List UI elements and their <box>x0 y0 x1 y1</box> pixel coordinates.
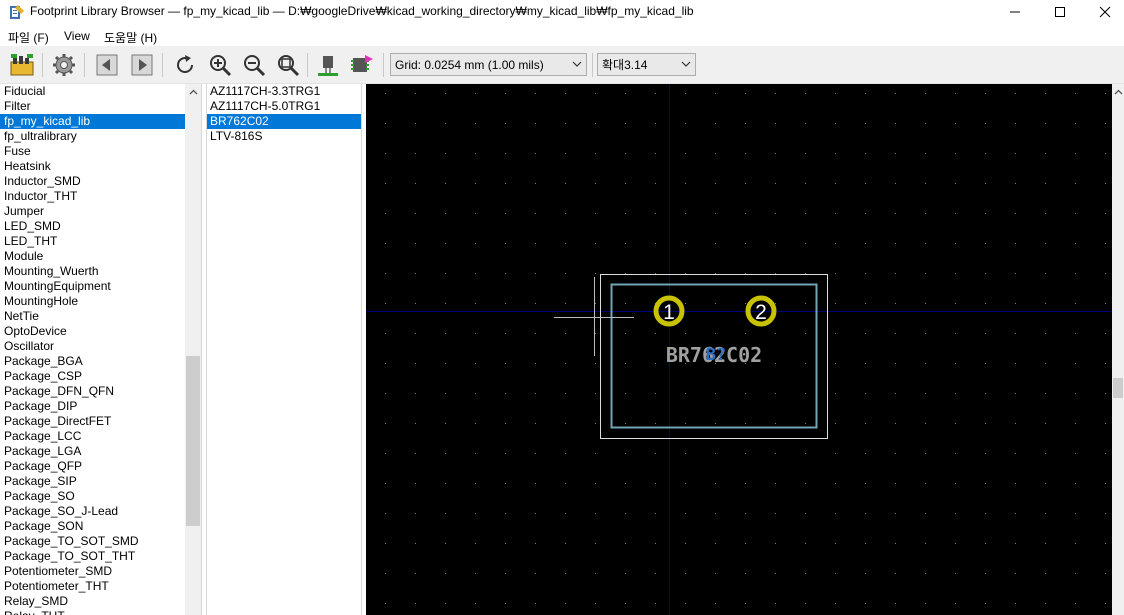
redraw-button[interactable] <box>171 51 199 79</box>
zoom-fit-icon <box>278 55 300 77</box>
zoom-select[interactable]: 확대3.14 <box>597 53 696 76</box>
menu-help[interactable]: 도움말 (H) <box>104 29 157 46</box>
settings-button[interactable] <box>50 51 78 79</box>
select-library-button[interactable] <box>8 51 36 79</box>
footprint-list-item[interactable]: AZ1117CH-5.0TRG1 <box>207 99 361 114</box>
kicad-app-icon <box>10 5 24 19</box>
library-list-item[interactable]: MountingHole <box>0 294 186 309</box>
footprint-list-item[interactable]: AZ1117CH-3.3TRG1 <box>207 84 361 99</box>
reference-text: B? <box>706 345 726 365</box>
library-list-item[interactable]: Package_SO_J-Lead <box>0 504 186 519</box>
previous-footprint-button[interactable] <box>93 51 121 79</box>
grid-select[interactable]: Grid: 0.0254 mm (1.00 mils) <box>390 53 587 76</box>
footprint-list-item[interactable]: LTV-816S <box>207 129 361 144</box>
pad-1-label: 1 <box>663 301 675 324</box>
next-footprint-icon <box>131 54 153 76</box>
library-list-item[interactable]: OptoDevice <box>0 324 186 339</box>
library-list-item[interactable]: LED_SMD <box>0 219 186 234</box>
footprint-canvas[interactable]: 1 2 BR762C02 B? <box>366 84 1112 615</box>
library-list-item[interactable]: NetTie <box>0 309 186 324</box>
footprint-list-items: AZ1117CH-3.3TRG1 AZ1117CH-5.0TRG1 BR762C02… <box>207 84 361 144</box>
chevron-up-icon <box>1114 89 1122 94</box>
close-icon <box>1099 6 1111 18</box>
library-list: Fiducial Filter fp_my_kicad_lib fp_ultralib… <box>0 84 202 615</box>
maximize-icon <box>1055 7 1065 17</box>
footprint-list-item[interactable]: BR762C02 <box>207 114 361 129</box>
chevron-down-icon <box>572 61 582 67</box>
show-3d-icon <box>318 56 338 76</box>
next-footprint-button[interactable] <box>128 51 156 79</box>
grid-select-value: Grid: 0.0254 mm (1.00 mils) <box>395 57 544 72</box>
library-list-item[interactable]: Heatsink <box>0 159 186 174</box>
insert-footprint-icon <box>351 55 373 72</box>
redraw-icon <box>177 55 193 73</box>
library-list-item[interactable]: Package_TO_SOT_SMD <box>0 534 186 549</box>
library-list-item[interactable]: Package_LCC <box>0 429 186 444</box>
library-list-item[interactable]: fp_ultralibrary <box>0 129 186 144</box>
library-list-item[interactable]: Package_DirectFET <box>0 414 186 429</box>
library-list-item[interactable]: Mounting_Wuerth <box>0 264 186 279</box>
window-title: Footprint Library Browser — fp_my_kicad_… <box>30 4 694 18</box>
library-list-item[interactable]: Potentiometer_THT <box>0 579 186 594</box>
menu-file[interactable]: 파일 (F) <box>8 29 49 46</box>
toolbar: Grid: 0.0254 mm (1.00 mils) 확대3.14 <box>0 46 1124 84</box>
library-list-item[interactable]: Package_SO <box>0 489 186 504</box>
library-list-item[interactable]: Relay_THT <box>0 609 186 615</box>
library-list-item[interactable]: Potentiometer_SMD <box>0 564 186 579</box>
previous-footprint-icon <box>96 54 118 76</box>
library-list-item[interactable]: MountingEquipment <box>0 279 186 294</box>
pad-2-label: 2 <box>755 301 767 324</box>
zoom-in-icon <box>210 55 232 77</box>
library-list-item[interactable]: Package_SIP <box>0 474 186 489</box>
zoom-select-value: 확대3.14 <box>602 58 648 72</box>
footprint-list: AZ1117CH-3.3TRG1 AZ1117CH-5.0TRG1 BR762C02… <box>206 84 362 615</box>
library-list-item[interactable]: Package_DFN_QFN <box>0 384 186 399</box>
library-list-item[interactable]: Inductor_SMD <box>0 174 186 189</box>
scroll-up-button[interactable] <box>185 84 201 100</box>
menu-bar: 파일 (F) View 도움말 (H) <box>0 26 1124 46</box>
library-list-item[interactable]: Inductor_THT <box>0 189 186 204</box>
library-list-item[interactable]: Package_TO_SOT_THT <box>0 549 186 564</box>
chevron-down-icon <box>681 61 691 67</box>
canvas-scrollbar-thumb[interactable] <box>1113 378 1123 398</box>
zoom-fit-button[interactable] <box>274 51 302 79</box>
library-list-scrollbar[interactable] <box>185 84 201 615</box>
chevron-up-icon <box>189 89 197 94</box>
insert-footprint-button[interactable] <box>348 51 376 79</box>
zoom-out-icon <box>244 55 266 77</box>
canvas-scroll-up-button[interactable] <box>1112 86 1124 98</box>
library-list-items: Fiducial Filter fp_my_kicad_lib fp_ultralib… <box>0 84 186 615</box>
library-list-item[interactable]: Package_CSP <box>0 369 186 384</box>
library-list-item[interactable]: Package_SON <box>0 519 186 534</box>
minimize-button[interactable] <box>995 0 1035 24</box>
library-list-item[interactable]: Jumper <box>0 204 186 219</box>
minimize-icon <box>1010 11 1020 13</box>
show-3d-button[interactable] <box>314 51 342 79</box>
library-list-item[interactable]: Oscillator <box>0 339 186 354</box>
library-list-item[interactable]: LED_THT <box>0 234 186 249</box>
canvas-scrollbar[interactable] <box>1112 84 1124 615</box>
canvas-drawing: 1 2 BR762C02 B? <box>366 84 1112 615</box>
scrollbar-thumb[interactable] <box>186 356 200 526</box>
library-list-item[interactable]: Package_QFP <box>0 459 186 474</box>
settings-icon <box>53 54 75 76</box>
title-bar: Footprint Library Browser — fp_my_kicad_… <box>0 0 1124 24</box>
maximize-button[interactable] <box>1040 0 1080 24</box>
library-list-item[interactable]: Package_DIP <box>0 399 186 414</box>
library-list-item[interactable]: Fiducial <box>0 84 186 99</box>
open-library-icon <box>10 54 34 76</box>
zoom-out-button[interactable] <box>240 51 268 79</box>
library-list-item[interactable]: Relay_SMD <box>0 594 186 609</box>
library-list-item[interactable]: Package_BGA <box>0 354 186 369</box>
menu-view[interactable]: View <box>64 29 90 43</box>
library-list-item[interactable]: Filter <box>0 99 186 114</box>
zoom-in-button[interactable] <box>206 51 234 79</box>
library-list-item[interactable]: Module <box>0 249 186 264</box>
close-button[interactable] <box>1085 0 1124 24</box>
library-list-item[interactable]: Package_LGA <box>0 444 186 459</box>
library-list-item[interactable]: Fuse <box>0 144 186 159</box>
library-list-item[interactable]: fp_my_kicad_lib <box>0 114 186 129</box>
